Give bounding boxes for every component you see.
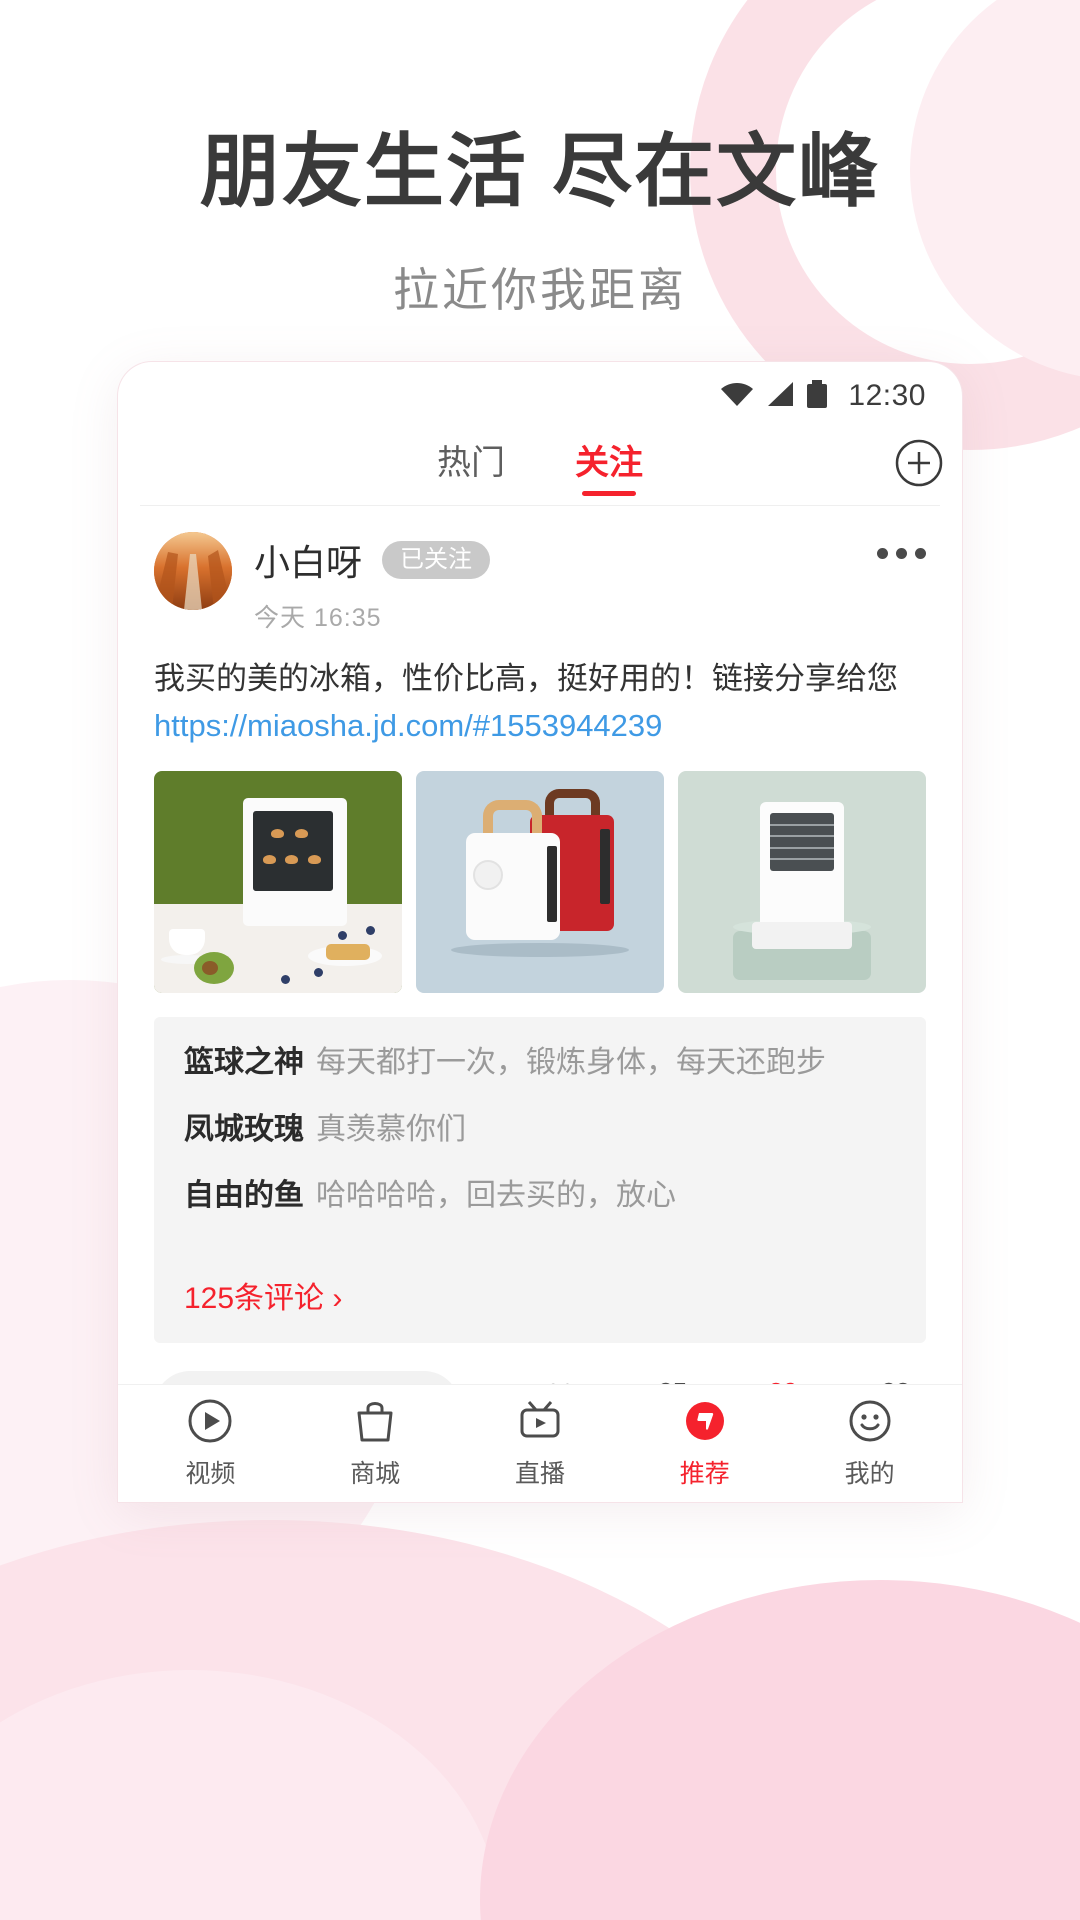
share-count: 28 — [881, 1377, 910, 1385]
star-count: 25 — [658, 1377, 687, 1385]
status-bar: 12:30 — [118, 362, 962, 420]
comment-row[interactable]: 自由的鱼 哈哈哈哈，回去买的，放心 — [184, 1176, 896, 1217]
phone-mockup: 12:30 热门 关注 小白呀 已关注 今天 16:35 我买的美的冰箱，性价比… — [118, 362, 962, 1502]
signal-icon — [766, 381, 794, 412]
follow-status-badge[interactable]: 已关注 — [382, 541, 491, 579]
comment-row[interactable]: 凤城玫瑰 真羡慕你们 — [184, 1110, 896, 1151]
post-text: 我买的美的冰箱，性价比高，挺好用的！链接分享给您 — [154, 661, 898, 696]
wifi-icon — [720, 381, 754, 412]
comment-row[interactable]: 篮球之神 每天都打一次，锻炼身体，每天还跑步 — [184, 1043, 896, 1084]
avatar[interactable] — [154, 532, 232, 610]
nav-label: 商城 — [350, 1460, 401, 1488]
comment-text: 每天都打一次，锻炼身体，每天还跑步 — [316, 1046, 826, 1079]
nav-label: 直播 — [514, 1460, 565, 1488]
nav-item-video[interactable]: 视频 — [140, 1397, 280, 1490]
post-timestamp: 今天 16:35 — [254, 604, 382, 632]
page-subtitle: 拉近你我距离 — [393, 264, 687, 316]
comment-author[interactable]: 篮球之神 — [184, 1046, 304, 1079]
recommend-icon — [685, 1402, 724, 1440]
tab-following[interactable]: 关注 — [575, 435, 643, 490]
heater-photo[interactable] — [678, 771, 926, 993]
comment-author[interactable]: 凤城玫瑰 — [184, 1113, 304, 1146]
post-photo-grid — [154, 771, 926, 993]
nav-item-live[interactable]: 直播 — [470, 1397, 610, 1490]
comment-text: 真羡慕你们 — [316, 1112, 466, 1146]
live-broadcast-icon — [520, 1401, 560, 1438]
status-time: 12:30 — [848, 379, 926, 412]
nav-label: 我的 — [844, 1460, 895, 1488]
nav-item-recommend[interactable]: 推荐 — [635, 1397, 775, 1490]
post-header: 小白呀 已关注 今天 16:35 — [154, 532, 926, 634]
like-count: 89 — [769, 1377, 798, 1385]
tab-hot[interactable]: 热门 — [437, 435, 505, 490]
comment-input[interactable]: 说说你的看法... — [154, 1370, 460, 1384]
shopping-bag-icon — [357, 1402, 393, 1442]
profile-smiley-icon — [849, 1400, 891, 1442]
toaster-oven-photo[interactable] — [154, 771, 402, 993]
hero-section: 朋友生活 尽在文峰 拉近你我距离 — [0, 0, 1080, 320]
comment-count: 28 — [546, 1378, 575, 1385]
add-post-button[interactable] — [894, 438, 944, 488]
comment-text: 哈哈哈哈，回去买的，放心 — [316, 1179, 676, 1212]
page-title: 朋友生活 尽在文峰 — [199, 127, 881, 216]
post-action-bar: 说说你的看法... 28 25 — [154, 1370, 926, 1385]
feed-post: 小白呀 已关注 今天 16:35 我买的美的冰箱，性价比高，挺好用的！链接分享给… — [118, 506, 962, 1384]
feed-tab-bar: 热门 关注 — [140, 420, 943, 506]
view-all-comments-link[interactable]: 125条评论 › — [184, 1273, 342, 1317]
nav-item-profile[interactable]: 我的 — [800, 1397, 940, 1490]
comment-author[interactable]: 自由的鱼 — [184, 1179, 304, 1212]
post-link[interactable]: https://miaosha.jd.com/#1553944239 — [154, 703, 926, 750]
sandwich-maker-photo[interactable] — [416, 771, 664, 993]
post-username[interactable]: 小白呀 — [254, 534, 362, 586]
more-dots-icon[interactable] — [877, 548, 926, 559]
nav-label: 视频 — [185, 1460, 236, 1488]
feed-list[interactable]: 小白呀 已关注 今天 16:35 我买的美的冰箱，性价比高，挺好用的！链接分享给… — [118, 506, 962, 1384]
nav-label: 推荐 — [679, 1460, 730, 1488]
video-play-icon — [188, 1399, 232, 1443]
bottom-navigation: 视频 商城 直播 推荐 我的 — [118, 1384, 962, 1502]
post-author-block: 小白呀 已关注 今天 16:35 — [254, 532, 491, 634]
comment-preview-box: 篮球之神 每天都打一次，锻炼身体，每天还跑步 凤城玫瑰 真羡慕你们 自由的鱼 哈哈哈哈… — [154, 1017, 926, 1343]
battery-icon — [806, 379, 828, 413]
nav-item-mall[interactable]: 商城 — [305, 1397, 445, 1490]
